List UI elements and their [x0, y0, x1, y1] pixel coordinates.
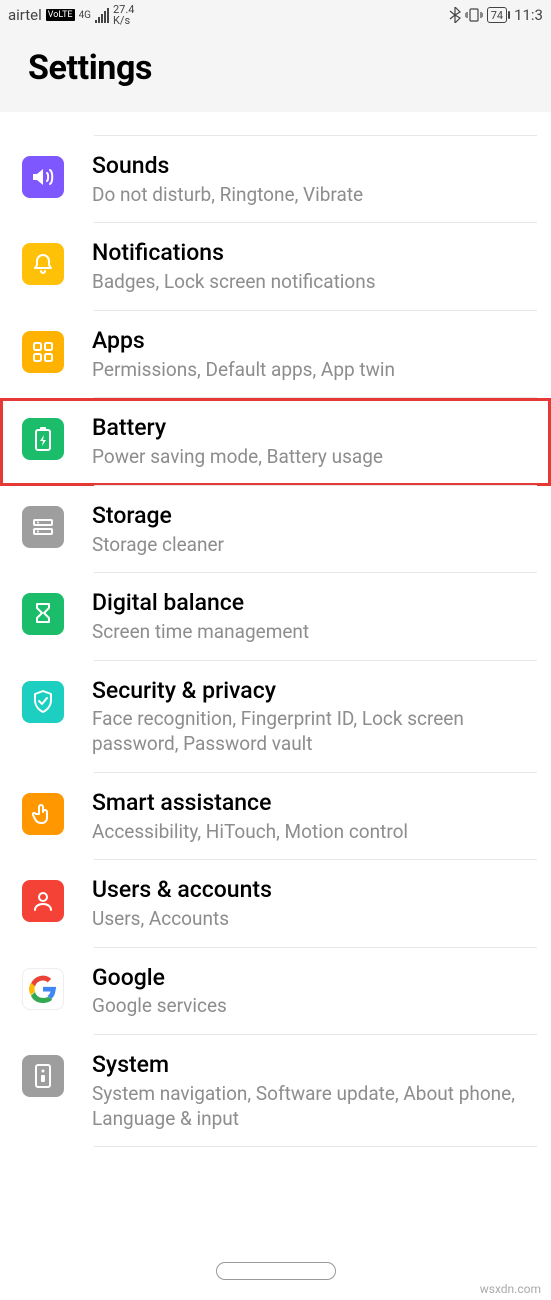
time-label: 11:3 [514, 6, 543, 24]
speed-label: 27.4K/s [113, 4, 134, 26]
smart-assistance-icon [22, 793, 64, 835]
battery-title: Battery [92, 414, 527, 443]
watermark: wsxdn.com [480, 1282, 541, 1296]
volte-badge: VoLTE [46, 9, 75, 21]
settings-item-security[interactable]: Security & privacy Face recognition, Fin… [0, 661, 551, 773]
settings-item-battery[interactable]: Battery Power saving mode, Battery usage [0, 398, 551, 485]
smart-title: Smart assistance [92, 789, 527, 818]
google-icon [22, 968, 64, 1010]
vibrate-icon [465, 7, 483, 23]
settings-item-google[interactable]: Google Google services [0, 948, 551, 1035]
balance-title: Digital balance [92, 589, 527, 618]
status-bar: airtel VoLTE 4G 27.4K/s 74 11:3 [0, 0, 551, 28]
digital-balance-icon [22, 593, 64, 635]
battery-icon: 74 [487, 7, 510, 23]
users-subtitle: Users, Accounts [92, 907, 527, 932]
settings-header: Settings [0, 28, 551, 112]
balance-subtitle: Screen time management [92, 620, 527, 645]
notifications-subtitle: Badges, Lock screen notifications [92, 270, 527, 295]
signal-icon [95, 8, 109, 23]
storage-subtitle: Storage cleaner [92, 533, 527, 558]
settings-item-storage[interactable]: Storage Storage cleaner [0, 486, 551, 573]
sounds-subtitle: Do not disturb, Ringtone, Vibrate [92, 183, 527, 208]
notifications-title: Notifications [92, 239, 527, 268]
battery-icon [22, 418, 64, 460]
sounds-icon [22, 156, 64, 198]
system-title: System [92, 1051, 527, 1080]
settings-list: Sounds Do not disturb, Ringtone, Vibrate… [0, 112, 551, 1147]
storage-icon [22, 506, 64, 548]
status-left: airtel VoLTE 4G 27.4K/s [8, 4, 134, 26]
security-subtitle: Face recognition, Fingerprint ID, Lock s… [92, 707, 527, 756]
page-title: Settings [28, 48, 523, 88]
users-icon [22, 880, 64, 922]
nav-pill-icon[interactable] [216, 1262, 336, 1280]
notifications-icon [22, 243, 64, 285]
system-subtitle: System navigation, Software update, Abou… [92, 1082, 527, 1131]
settings-item-system[interactable]: System System navigation, Software updat… [0, 1035, 551, 1147]
truncated-row [0, 112, 551, 136]
network-label: 4G [79, 10, 91, 21]
sounds-title: Sounds [92, 152, 527, 181]
system-icon [22, 1055, 64, 1097]
battery-subtitle: Power saving mode, Battery usage [92, 445, 527, 470]
settings-item-sounds[interactable]: Sounds Do not disturb, Ringtone, Vibrate [0, 136, 551, 223]
storage-title: Storage [92, 502, 527, 531]
navigation-bar[interactable] [0, 1262, 551, 1280]
apps-subtitle: Permissions, Default apps, App twin [92, 358, 527, 383]
bluetooth-icon [449, 7, 461, 23]
settings-item-notifications[interactable]: Notifications Badges, Lock screen notifi… [0, 223, 551, 310]
settings-item-users[interactable]: Users & accounts Users, Accounts [0, 860, 551, 947]
security-title: Security & privacy [92, 677, 527, 706]
security-icon [22, 681, 64, 723]
apps-icon [22, 331, 64, 373]
smart-subtitle: Accessibility, HiTouch, Motion control [92, 820, 527, 845]
settings-item-apps[interactable]: Apps Permissions, Default apps, App twin [0, 311, 551, 398]
google-subtitle: Google services [92, 994, 527, 1019]
settings-item-digital-balance[interactable]: Digital balance Screen time management [0, 573, 551, 660]
status-right: 74 11:3 [449, 6, 543, 24]
users-title: Users & accounts [92, 876, 527, 905]
settings-item-smart-assistance[interactable]: Smart assistance Accessibility, HiTouch,… [0, 773, 551, 860]
google-title: Google [92, 964, 527, 993]
apps-title: Apps [92, 327, 527, 356]
carrier-label: airtel [8, 6, 42, 24]
